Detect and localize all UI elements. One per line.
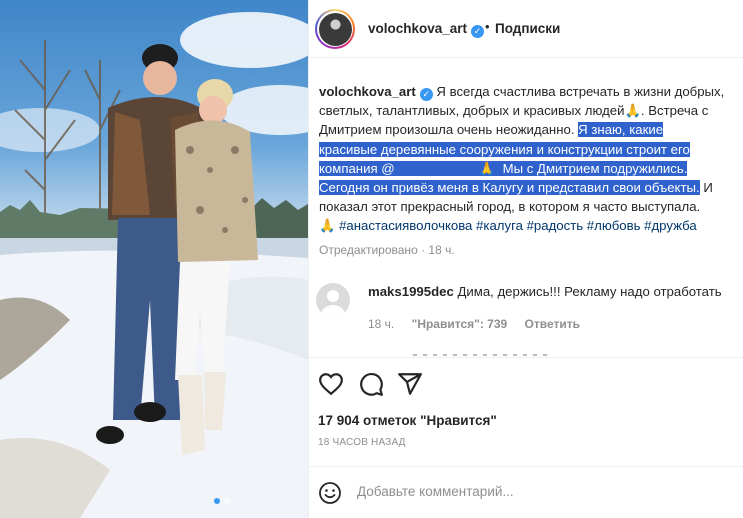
add-comment-bar: Добавьте комментарий... bbox=[309, 466, 743, 518]
smiley-icon[interactable] bbox=[318, 481, 342, 505]
add-comment-input[interactable]: Добавьте комментарий... bbox=[357, 484, 514, 499]
comment-time[interactable]: 18 ч. bbox=[368, 317, 394, 331]
comment-likes[interactable]: "Нравится": 739 bbox=[412, 317, 508, 331]
post-time-ago[interactable]: 18 ЧАСОВ НАЗАД bbox=[318, 437, 406, 448]
action-bar bbox=[309, 357, 743, 409]
comment-meta: 18 ч. "Нравится": 739 Ответить bbox=[368, 317, 594, 331]
praying-hands-emoji: 🙏 bbox=[475, 160, 499, 176]
post-photo[interactable] bbox=[0, 0, 308, 518]
author-username-text[interactable]: volochkova_art bbox=[368, 21, 467, 36]
post-header: volochkova_art ✓ • Подписки bbox=[309, 0, 743, 58]
carousel-dot bbox=[224, 498, 230, 504]
comment-body: maks1995dec Дима, держись!!! Рекламу над… bbox=[368, 284, 722, 299]
praying-hands-emoji: 🙏 bbox=[624, 103, 641, 119]
comment-item: maks1995dec Дима, держись!!! Рекламу над… bbox=[309, 278, 743, 338]
heart-icon[interactable] bbox=[318, 371, 344, 397]
verified-badge-icon: ✓ bbox=[419, 88, 433, 101]
caption-username[interactable]: volochkova_art bbox=[319, 84, 416, 99]
post-panel: volochkova_art ✓ • Подписки volochkova_ar… bbox=[308, 0, 743, 518]
caption-hashtags[interactable]: #анастасияволочкова #калуга #радость #лю… bbox=[335, 218, 697, 233]
carousel-dots bbox=[214, 498, 230, 504]
separator-dot: • bbox=[485, 19, 490, 34]
comment-bubble-icon[interactable] bbox=[358, 371, 384, 397]
praying-hands-emoji: 🙏 bbox=[319, 218, 336, 234]
comment-username[interactable]: maks1995dec bbox=[368, 284, 454, 299]
author-username[interactable]: volochkova_art ✓ bbox=[368, 21, 485, 38]
next-comment-cutoff bbox=[413, 350, 553, 356]
likes-count[interactable]: 17 904 отметок "Нравится" bbox=[318, 413, 497, 428]
caption: volochkova_art ✓ Я всегда счастлива встре… bbox=[319, 82, 739, 236]
comment-avatar[interactable] bbox=[316, 283, 350, 317]
redacted-mention[interactable] bbox=[394, 160, 476, 176]
following-button[interactable]: Подписки bbox=[495, 21, 560, 36]
comment-reply-button[interactable]: Ответить bbox=[525, 317, 580, 331]
author-avatar[interactable] bbox=[315, 9, 355, 49]
edited-label: Отредактировано · 18 ч. bbox=[319, 243, 455, 257]
comments-area[interactable]: volochkova_art ✓ Я всегда счастлива встре… bbox=[309, 58, 743, 356]
photo-illustration bbox=[0, 12, 308, 518]
comment-text: Дима, держись!!! Рекламу надо отработать bbox=[453, 284, 722, 299]
verified-badge-icon: ✓ bbox=[471, 25, 485, 38]
carousel-dot-active bbox=[214, 498, 220, 504]
paper-plane-icon[interactable] bbox=[397, 371, 423, 397]
